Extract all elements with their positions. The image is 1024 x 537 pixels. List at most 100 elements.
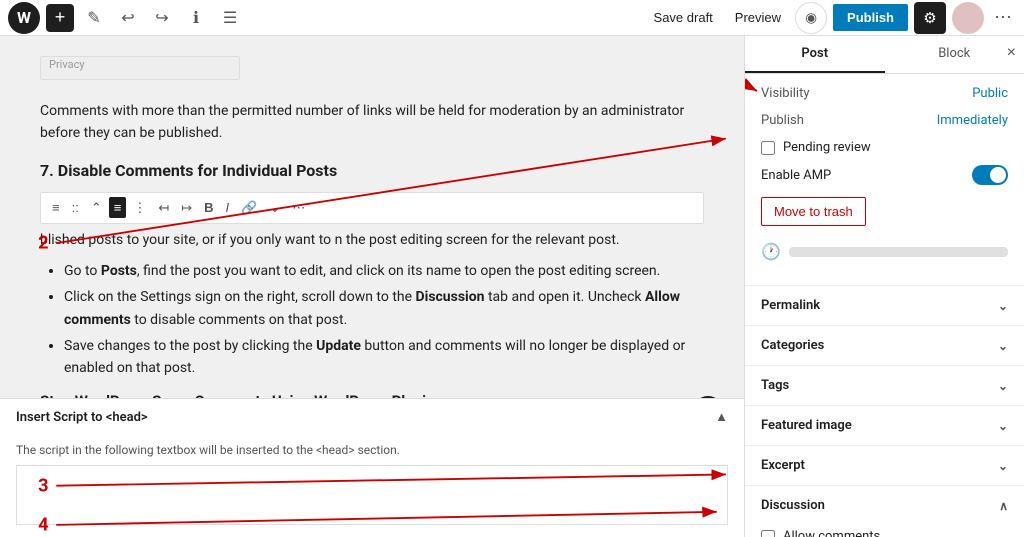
publish-label: Publish [761,113,804,128]
privacy-label: Privacy [41,54,93,75]
excerpt-header[interactable]: Excerpt ⌄ [745,446,1024,485]
list-tool[interactable]: ≡ [109,197,127,218]
sidebar-tabs: Post Block × [745,36,1024,74]
visibility-label: Visibility [761,86,810,101]
list-item: Save changes to the post by clicking the… [64,335,704,380]
visibility-row: Visibility Public [761,86,1008,101]
categories-chevron: ⌄ [998,339,1008,353]
user-avatar-button[interactable] [952,2,984,34]
history-row: 🕐 [761,242,1008,261]
circle-icon: ◉ [805,10,817,26]
sidebar-main-content: Visibility Public Publish Immediately Pe… [745,74,1024,285]
drag-tool[interactable]: :: [67,197,84,218]
add-block-button[interactable]: + [46,4,74,32]
block-toolbar[interactable]: ≡ :: ⌃ ≡ ⋮ ↤ ↦ B I 🔗 ⌄ ⋯ [40,192,704,224]
tags-label: Tags [761,378,789,393]
bold-tool[interactable]: B [199,197,218,218]
featured-image-label: Featured image [761,418,852,433]
insert-script-header[interactable]: Insert Script to <head> ▲ [0,399,744,435]
allow-comments-label: Allow comments [783,529,880,537]
featured-image-section: Featured image ⌄ [745,405,1024,445]
collapse-icon: ▲ [715,409,728,425]
categories-header[interactable]: Categories ⌄ [745,326,1024,365]
discussion-chevron: ∧ [999,499,1008,513]
tags-header[interactable]: Tags ⌄ [745,366,1024,405]
more-options-button[interactable]: ⋯ [990,5,1016,30]
redo-icon: ↪ [155,8,168,28]
undo-button[interactable]: ↩ [114,4,142,32]
pending-review-checkbox[interactable] [761,141,775,155]
main-layout: Privacy Comments with more than the perm… [0,36,1024,537]
history-bar [789,247,1008,257]
preview-button[interactable]: Preview [727,6,789,29]
toolbar: W + ✎ ↩ ↪ ℹ ☰ Save draft Preview ◉ Publi… [0,0,1024,36]
circle-settings-button[interactable]: ◉ [795,2,827,34]
outdent-tool[interactable]: ↤ [153,197,174,219]
insert-script-body: The script in the following textbox will… [0,435,744,537]
list-item: Go to Posts, find the post you want to e… [64,260,704,282]
excerpt-section: Excerpt ⌄ [745,445,1024,485]
publish-value[interactable]: Immediately [937,113,1008,128]
tab-block[interactable]: Block [885,36,1024,73]
featured-image-header[interactable]: Featured image ⌄ [745,406,1024,445]
partial-text: blished posts to your site, or if you on… [40,232,704,248]
up-tool[interactable]: ⌃ [86,197,107,219]
plus-icon: + [55,7,66,28]
undo-icon: ↩ [121,8,134,28]
enable-amp-toggle[interactable] [972,165,1008,185]
allow-comments-checkbox[interactable] [761,530,775,537]
history-icon: 🕐 [761,242,781,261]
ol-tool[interactable]: ⋮ [128,197,151,219]
permalink-section: Permalink ⌄ [745,285,1024,325]
italic-tool[interactable]: I [221,197,235,218]
publish-button[interactable]: Publish [833,4,908,31]
save-draft-button[interactable]: Save draft [646,6,721,29]
featured-image-chevron: ⌄ [998,419,1008,433]
allow-comments-row: Allow comments [761,529,1008,537]
list-view-button[interactable]: ☰ [216,4,244,32]
discussion-body: Allow comments Allow pingbacks & trackba… [745,525,1024,537]
permalink-header[interactable]: Permalink ⌄ [745,286,1024,325]
enable-amp-row: Enable AMP [761,165,1008,185]
gear-button[interactable]: ⚙ [914,2,946,34]
insert-script-panel: Insert Script to <head> ▲ The script in … [0,398,744,537]
indent-tool[interactable]: ↦ [176,197,197,219]
more-tool[interactable]: ⋯ [287,197,310,219]
wp-logo: W [8,2,40,34]
wp-logo-text: W [17,8,31,27]
privacy-bar: Privacy [40,56,240,80]
toolbar-left: W + ✎ ↩ ↪ ℹ ☰ [8,2,642,34]
categories-section: Categories ⌄ [745,325,1024,365]
gear-icon: ⚙ [923,9,936,27]
move-to-trash-button[interactable]: Move to trash [761,197,866,226]
link-tool[interactable]: 🔗 [236,197,262,219]
pencil-icon: ✎ [87,8,100,28]
heading-disable-comments: 7. Disable Comments for Individual Posts [40,161,704,180]
permalink-label: Permalink [761,298,820,313]
steps-list: Go to Posts, find the post you want to e… [40,260,704,380]
edit-tool-button[interactable]: ✎ [80,4,108,32]
visibility-value[interactable]: Public [972,86,1008,101]
categories-label: Categories [761,338,824,353]
redo-button[interactable]: ↪ [148,4,176,32]
discussion-label: Discussion [761,498,825,513]
toolbar-right: Save draft Preview ◉ Publish ⚙ ⋯ [646,2,1016,34]
info-button[interactable]: ℹ [182,4,210,32]
info-icon: ℹ [193,8,199,28]
insert-script-title: Insert Script to <head> [16,410,148,425]
sidebar-close-button[interactable]: × [1007,44,1016,62]
editor-area[interactable]: Privacy Comments with more than the perm… [0,36,744,537]
excerpt-label: Excerpt [761,458,805,473]
dropdown-tool[interactable]: ⌄ [264,197,285,219]
align-tool[interactable]: ≡ [47,197,65,218]
sidebar: 1 Post Block × Visibility Public Publish… [744,36,1024,537]
discussion-section: Discussion ∧ Allow comments Allow pingba… [745,485,1024,537]
intro-paragraph: Comments with more than the permitted nu… [40,100,704,145]
list-icon: ☰ [223,8,237,28]
tab-post[interactable]: Post [745,36,885,73]
tags-chevron: ⌄ [998,379,1008,393]
discussion-header[interactable]: Discussion ∧ [745,486,1024,525]
excerpt-chevron: ⌄ [998,459,1008,473]
insert-script-textarea[interactable] [16,465,728,525]
publish-row: Publish Immediately [761,113,1008,128]
